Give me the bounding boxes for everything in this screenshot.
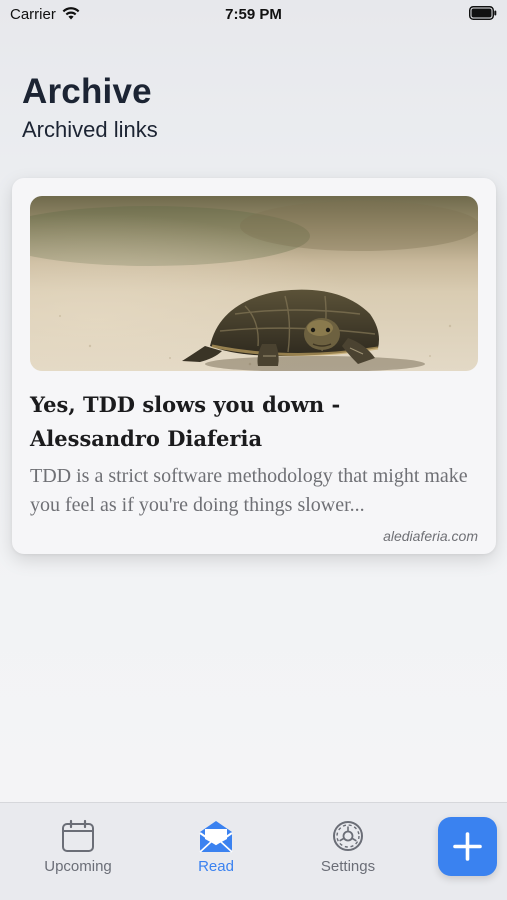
tab-read[interactable]: Read bbox=[176, 803, 256, 900]
battery-icon bbox=[469, 6, 497, 20]
gear-icon bbox=[333, 821, 363, 851]
page-subtitle: Archived links bbox=[22, 117, 158, 142]
link-card[interactable]: Yes, TDD slows you down - Alessandro Dia… bbox=[12, 178, 496, 554]
link-excerpt: TDD is a strict software methodology tha… bbox=[30, 465, 468, 516]
tab-bar: Upcoming Read Settings bbox=[0, 802, 507, 900]
calendar-icon bbox=[62, 819, 94, 852]
plus-icon bbox=[453, 832, 482, 861]
tab-upcoming[interactable]: Upcoming bbox=[32, 803, 124, 900]
tab-settings[interactable]: Settings bbox=[308, 803, 388, 900]
envelope-open-icon bbox=[199, 821, 233, 853]
clock: 7:59 PM bbox=[225, 6, 282, 23]
status-bar: Carrier 7:59 PM bbox=[0, 0, 507, 30]
page-title: Archive bbox=[22, 72, 152, 111]
link-title: Yes, TDD slows you down - Alessandro Dia… bbox=[30, 392, 341, 451]
tab-read-label: Read bbox=[198, 858, 234, 875]
link-domain: alediaferia.com bbox=[383, 528, 478, 544]
add-link-button[interactable] bbox=[438, 817, 497, 876]
tab-upcoming-label: Upcoming bbox=[44, 858, 112, 875]
link-thumbnail bbox=[30, 196, 478, 371]
tab-settings-label: Settings bbox=[320, 858, 376, 875]
turtle-photo bbox=[30, 196, 478, 371]
